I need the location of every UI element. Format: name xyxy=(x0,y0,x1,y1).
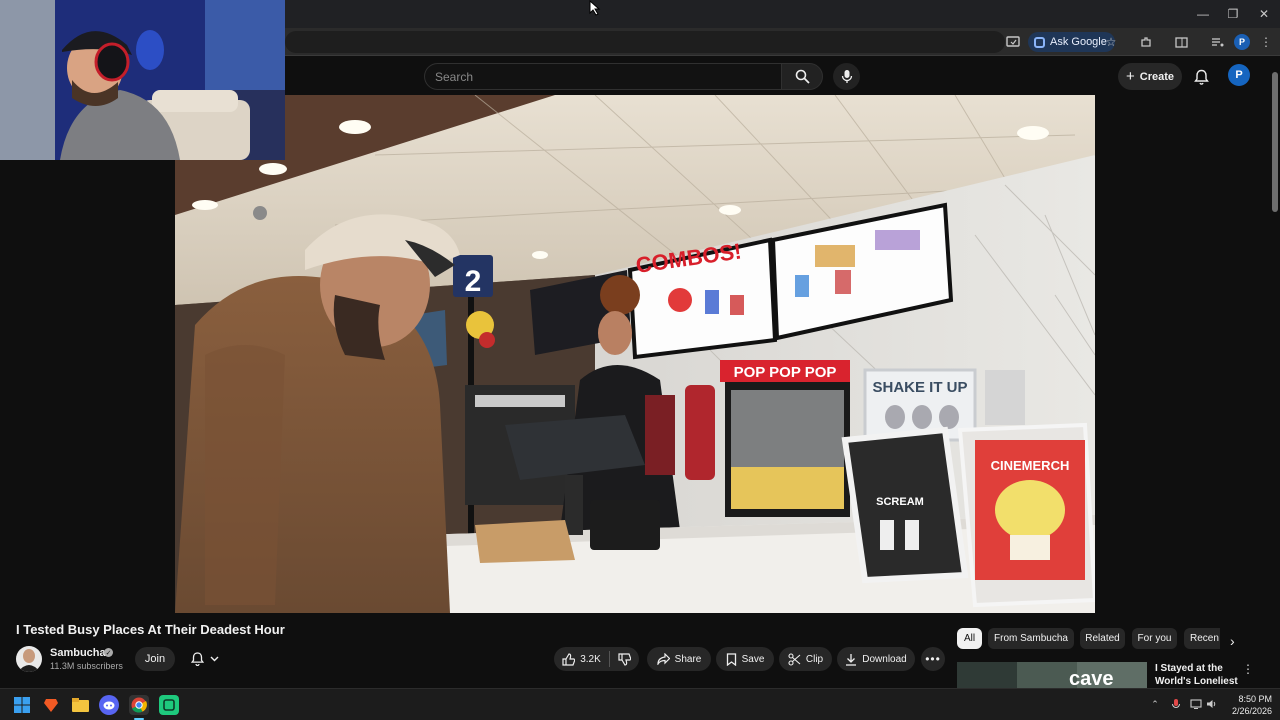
subscription-notifications-button[interactable] xyxy=(183,647,227,671)
close-icon[interactable]: ✕ xyxy=(1251,4,1277,24)
browser-profile-avatar[interactable]: P xyxy=(1234,34,1250,50)
search-icon xyxy=(795,69,810,84)
save-label: Save xyxy=(741,653,765,665)
clock-date: 2/26/2026 xyxy=(1231,706,1272,716)
join-button[interactable]: Join xyxy=(135,647,175,671)
restore-icon[interactable]: ❐ xyxy=(1220,4,1246,24)
discord-icon[interactable] xyxy=(99,695,119,715)
microphone-icon xyxy=(841,70,852,83)
video-title: I Tested Busy Places At Their Deadest Ho… xyxy=(16,622,285,637)
chip-all[interactable]: All xyxy=(957,628,982,649)
search-button[interactable] xyxy=(781,63,823,90)
bookmark-star-icon[interactable]: ☆ xyxy=(1102,33,1120,51)
plus-icon: + xyxy=(1125,68,1135,85)
like-dislike-group: 3.2K xyxy=(554,647,639,671)
webcam-overlay xyxy=(0,0,285,160)
recommendation-thumbnail[interactable]: cave xyxy=(957,662,1147,688)
chip-for-you[interactable]: For you xyxy=(1132,628,1177,649)
register-number: 2 xyxy=(465,265,482,298)
extensions-icon[interactable] xyxy=(1137,33,1155,51)
notifications-button[interactable] xyxy=(1190,63,1212,90)
chip-recent[interactable]: Recen xyxy=(1184,628,1220,649)
webcam-frame xyxy=(0,0,285,160)
tray-chevron-up-icon[interactable]: ⌃ xyxy=(1149,698,1161,710)
chip-from-sambucha[interactable]: From Sambucha xyxy=(988,628,1074,649)
subscriber-count: 11.3M subscribers xyxy=(50,661,123,671)
chevron-down-icon xyxy=(210,656,219,662)
clip-button[interactable]: Clip xyxy=(779,647,832,671)
more-actions-button[interactable]: ••• xyxy=(921,647,945,671)
chip-related[interactable]: Related xyxy=(1080,628,1125,649)
more-horizontal-icon: ••• xyxy=(925,652,941,666)
cast-icon[interactable] xyxy=(1004,33,1022,51)
mouse-cursor-icon xyxy=(589,0,601,16)
scissors-icon xyxy=(788,652,801,666)
more-vertical-icon[interactable]: ⋮ xyxy=(1242,662,1254,676)
chevron-right-icon[interactable]: › xyxy=(1230,633,1244,649)
bell-icon xyxy=(1193,69,1209,85)
brave-browser-icon[interactable] xyxy=(41,695,61,715)
clock-time: 8:50 PM xyxy=(1238,694,1272,704)
browser-menu-icon[interactable]: ⋮ xyxy=(1257,33,1275,51)
app-launcher-icon[interactable] xyxy=(159,695,179,715)
page-scrollbar[interactable] xyxy=(1270,62,1280,686)
windows-start-icon[interactable] xyxy=(12,695,32,715)
like-count[interactable]: 3.2K xyxy=(580,654,601,665)
search-input[interactable]: Search xyxy=(424,63,782,90)
thumbs-down-icon[interactable] xyxy=(618,652,631,666)
download-button[interactable]: Download xyxy=(837,647,915,671)
video-frame: COMBOS! 2 POP POP POP SHAKE IT UP SCREAM… xyxy=(175,95,1095,613)
share-icon xyxy=(657,653,670,665)
channel-avatar[interactable] xyxy=(16,646,42,672)
ask-google-label: Ask Google xyxy=(1050,36,1107,48)
scrollbar-thumb[interactable] xyxy=(1272,72,1278,212)
split-view-icon[interactable] xyxy=(1172,33,1190,51)
video-player[interactable]: COMBOS! 2 POP POP POP SHAKE IT UP SCREAM… xyxy=(175,95,1095,613)
minimize-icon[interactable]: — xyxy=(1190,4,1216,24)
system-clock[interactable]: 8:50 PM 2/26/2026 xyxy=(1222,693,1272,717)
omnibox[interactable] xyxy=(285,31,1005,53)
thumbs-up-icon[interactable] xyxy=(562,652,576,666)
chrome-icon[interactable] xyxy=(129,695,149,715)
lens-icon xyxy=(1034,36,1045,48)
search-placeholder: Search xyxy=(435,69,474,84)
channel-name[interactable]: Sambucha xyxy=(50,647,106,659)
create-button[interactable]: + Create xyxy=(1118,63,1182,90)
microphone-tray-icon[interactable] xyxy=(1170,698,1182,710)
bell-icon xyxy=(191,652,204,666)
media-controls-icon[interactable] xyxy=(1208,33,1226,51)
bookmark-icon xyxy=(726,652,736,666)
volume-icon[interactable] xyxy=(1206,698,1218,710)
clip-label: Clip xyxy=(805,653,824,665)
share-label: Share xyxy=(674,653,702,665)
like-divider xyxy=(608,651,610,667)
cinemerch-card: CINEMERCH xyxy=(991,458,1070,473)
scream-card: SCREAM xyxy=(876,496,924,508)
shake-sign: SHAKE IT UP xyxy=(872,379,967,396)
verified-check-icon: ✓ xyxy=(104,648,113,657)
account-avatar[interactable]: P xyxy=(1228,64,1250,86)
file-explorer-icon[interactable] xyxy=(70,695,90,715)
create-label: Create xyxy=(1139,70,1174,83)
save-button[interactable]: Save xyxy=(716,647,774,671)
network-icon[interactable] xyxy=(1190,698,1202,710)
download-label: Download xyxy=(862,653,907,665)
download-icon xyxy=(846,653,857,666)
popcorn-sign: POP POP POP xyxy=(734,364,837,381)
thumbnail-text: cave xyxy=(1069,668,1114,688)
share-button[interactable]: Share xyxy=(647,647,711,671)
windows-taskbar: ⌃ 8:50 PM 2/26/2026 xyxy=(0,688,1280,720)
voice-search-button[interactable] xyxy=(833,63,860,90)
